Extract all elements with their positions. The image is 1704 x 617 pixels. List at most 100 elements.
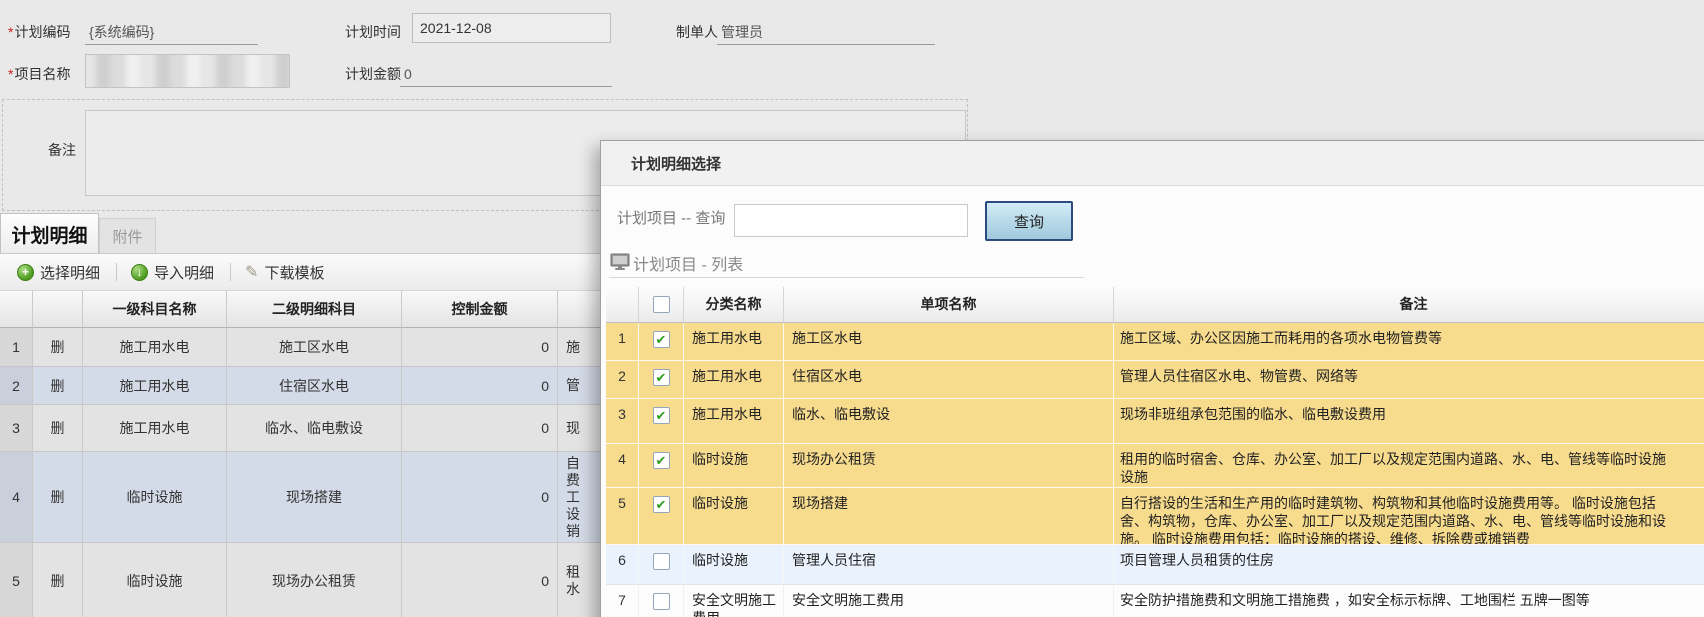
- delete-link[interactable]: 删: [33, 452, 83, 543]
- item-cell: 住宿区水电: [784, 361, 1114, 399]
- import-detail-label: 导入明细: [154, 262, 214, 283]
- header-index: [606, 287, 639, 322]
- delete-link[interactable]: 删: [33, 367, 83, 405]
- item-cell: 现场办公租赁: [784, 444, 1114, 488]
- list-title-rule: [609, 277, 1084, 278]
- amount-cell: 0: [402, 328, 558, 367]
- remark-cell: 自 费 工 设 销: [566, 455, 580, 540]
- download-template-button[interactable]: ✎ 下载模板: [245, 262, 324, 283]
- level2-cell: 住宿区水电: [227, 367, 402, 405]
- list-item[interactable]: 1 ✔ 施工用水电 施工区水电 施工区域、办公区因施工而耗用的各项水电物管费等: [606, 323, 1704, 361]
- level2-cell: 现场办公租赁: [227, 543, 402, 617]
- header-remark: 备注: [1114, 287, 1704, 322]
- redacted-blur: [85, 54, 290, 88]
- creator-value: 管理员: [717, 20, 935, 45]
- check-icon: ✔: [656, 498, 667, 511]
- project-name-label: *项目名称: [8, 64, 70, 84]
- remark-cell: 施: [566, 339, 580, 356]
- dialog-title: 计划明细选择: [631, 153, 721, 174]
- required-asterisk: *: [8, 24, 13, 40]
- level1-cell: 施工用水电: [83, 328, 227, 367]
- plan-amount-value: 0: [400, 62, 612, 87]
- row-index: 5: [0, 543, 33, 617]
- row-checkbox[interactable]: [653, 553, 670, 570]
- plan-code-label: *计划编码: [8, 22, 70, 42]
- check-icon: ✔: [656, 333, 667, 346]
- list-item[interactable]: 3 ✔ 施工用水电 临水、临电敷设 现场非班组承包范围的临水、临电敷设费用: [606, 399, 1704, 444]
- category-cell: 施工用水电: [684, 323, 784, 361]
- list-item[interactable]: 7 安全文明施工费用 安全文明施工费用 安全防护措施费和文明施工措施费 ，如安全…: [606, 585, 1704, 617]
- item-cell: 安全文明施工费用: [784, 585, 1114, 617]
- header-item: 单项名称: [784, 287, 1114, 322]
- level1-cell: 临时设施: [83, 543, 227, 617]
- app-window: *计划编码 {系统编码} 计划时间 制单人 管理员 *项目名称 计划金额 0 备…: [0, 0, 1704, 617]
- category-cell: 临时设施: [684, 444, 784, 488]
- query-button[interactable]: 查询: [985, 201, 1073, 241]
- item-cell: 管理人员住宿: [784, 545, 1114, 585]
- tab-attachment[interactable]: 附件: [99, 218, 156, 254]
- remark-cell: 安全防护措施费和文明施工措施费 ，如安全标示标牌、工地围栏 五牌一图等: [1114, 585, 1704, 617]
- remark-cell: 项目管理人员租赁的住房: [1114, 545, 1704, 585]
- plan-time-label: 计划时间: [345, 22, 401, 42]
- list-header-row: 分类名称 单项名称 备注: [606, 287, 1704, 323]
- row-checkbox[interactable]: ✔: [653, 407, 670, 424]
- delete-link[interactable]: 删: [33, 328, 83, 367]
- query-input[interactable]: [734, 204, 968, 237]
- required-asterisk: *: [8, 66, 13, 82]
- project-name-redacted-input[interactable]: [85, 54, 290, 88]
- remark-cell: 现场非班组承包范围的临水、临电敷设费用: [1114, 399, 1704, 444]
- amount-cell: 0: [402, 367, 558, 405]
- category-cell: 临时设施: [684, 488, 784, 545]
- plan-time-input[interactable]: [412, 13, 611, 43]
- list-item[interactable]: 6 临时设施 管理人员住宿 项目管理人员租赁的住房: [606, 545, 1704, 585]
- row-index: 1: [606, 323, 639, 361]
- select-detail-label: 选择明细: [40, 262, 100, 283]
- header-category: 分类名称: [684, 287, 784, 322]
- download-icon: ↓: [131, 264, 148, 281]
- category-cell: 临时设施: [684, 545, 784, 585]
- row-checkbox[interactable]: ✔: [653, 369, 670, 386]
- level1-cell: 临时设施: [83, 452, 227, 543]
- select-all-checkbox[interactable]: [653, 296, 670, 313]
- remark-cell: 自行搭设的生活和生产用的临时建筑物、构筑物和其他临时设施费用等。 临时设施包括 …: [1114, 488, 1704, 545]
- plan-code-value: {系统编码}: [85, 20, 258, 45]
- level1-cell: 施工用水电: [83, 367, 227, 405]
- check-icon: ✔: [656, 454, 667, 467]
- category-cell: 施工用水电: [684, 361, 784, 399]
- category-cell: 安全文明施工费用: [684, 585, 784, 617]
- remark-cell: 租用的临时宿舍、仓库、办公室、加工厂以及规定范围内道路、水、电、管线等临时设施 …: [1114, 444, 1704, 488]
- header-amount: 控制金额: [402, 291, 558, 328]
- row-checkbox[interactable]: ✔: [653, 452, 670, 469]
- list-item[interactable]: 4 ✔ 临时设施 现场办公租赁 租用的临时宿舍、仓库、办公室、加工厂以及规定范围…: [606, 444, 1704, 488]
- item-cell: 施工区水电: [784, 323, 1114, 361]
- item-cell: 现场搭建: [784, 488, 1114, 545]
- amount-cell: 0: [402, 543, 558, 617]
- row-index: 3: [0, 405, 33, 452]
- check-icon: ✔: [656, 409, 667, 422]
- row-checkbox[interactable]: ✔: [653, 331, 670, 348]
- list-item[interactable]: 2 ✔ 施工用水电 住宿区水电 管理人员住宿区水电、物管费、网络等: [606, 361, 1704, 399]
- amount-cell: 0: [402, 452, 558, 543]
- row-index: 6: [606, 545, 639, 585]
- row-index: 4: [606, 444, 639, 488]
- remark-label: 备注: [36, 140, 76, 160]
- header-checkbox-cell: [639, 287, 684, 322]
- import-detail-button[interactable]: ↓ 导入明细: [131, 262, 214, 283]
- row-checkbox[interactable]: ✔: [653, 496, 670, 513]
- row-index: 3: [606, 399, 639, 444]
- delete-link[interactable]: 删: [33, 543, 83, 617]
- header-level2: 二级明细科目: [227, 291, 402, 328]
- list-item[interactable]: 5 ✔ 临时设施 现场搭建 自行搭设的生活和生产用的临时建筑物、构筑物和其他临时…: [606, 488, 1704, 545]
- delete-link[interactable]: 删: [33, 405, 83, 452]
- remark-cell: 管: [566, 377, 580, 394]
- dialog-titlebar[interactable]: 计划明细选择: [601, 141, 1704, 186]
- add-icon: +: [17, 264, 34, 281]
- remark-cell: 管理人员住宿区水电、物管费、网络等: [1114, 361, 1704, 399]
- level1-cell: 施工用水电: [83, 405, 227, 452]
- creator-label: 制单人: [676, 22, 718, 42]
- row-checkbox[interactable]: [653, 593, 670, 610]
- tab-plan-detail[interactable]: 计划明细: [0, 213, 99, 254]
- pencil-icon: ✎: [245, 262, 258, 282]
- plan-detail-select-dialog: 计划明细选择 计划项目 -- 查询 查询 计划项目 - 列表 分类名称 单项名称: [600, 140, 1704, 617]
- select-detail-button[interactable]: + 选择明细: [17, 262, 100, 283]
